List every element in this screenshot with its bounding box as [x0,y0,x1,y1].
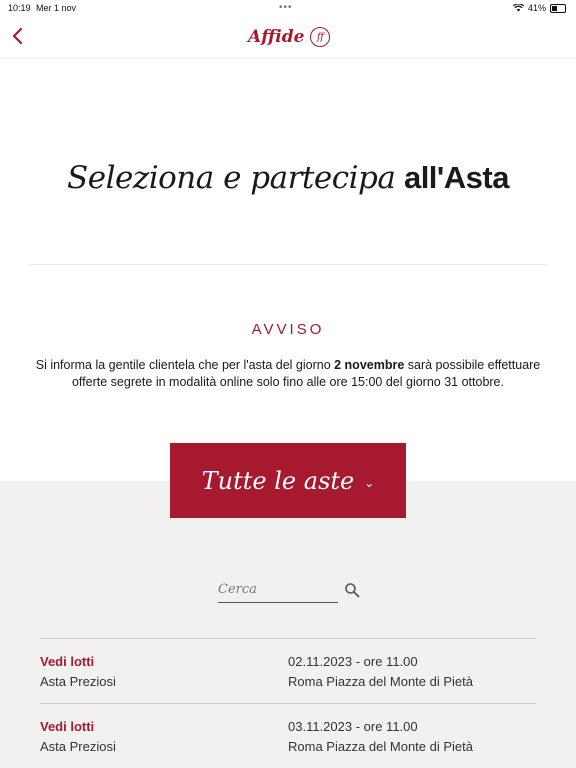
logo-mark: ff [310,27,331,47]
battery-icon [550,3,566,13]
notice-bold-date: 2 novembre [334,358,405,372]
notice-text-part: Si informa la gentile clientela che per … [35,358,335,372]
auction-row: Vedi lotti Asta Preziosi 03.11.2023 - or… [40,703,536,768]
chevron-left-icon[interactable] [8,24,28,48]
status-bar: 10:19 Mer 1 nov ••• 41% [0,0,576,18]
all-auctions-label: Tutte le aste [201,466,355,495]
auction-location: Roma Piazza del Monte di Pietà [288,739,473,754]
all-auctions-dropdown-button[interactable]: Tutte le aste ⌄ [170,443,406,518]
auction-date: 03.11.2023 - ore 11.00 [288,719,418,734]
logo-wordmark: Affide [248,27,305,47]
status-right: 41% [512,3,566,13]
notice-title: AVVISO [251,321,325,338]
app-header: Affide ff [0,18,576,58]
auction-row: Vedi lotti Asta Preziosi 02.11.2023 - or… [40,638,536,703]
status-time: 10:19 [8,3,31,13]
wifi-icon [512,4,524,12]
brand-logo[interactable]: Affide ff [248,22,331,52]
section-divider [30,264,546,265]
auction-list: Vedi lotti Asta Preziosi 02.11.2023 - or… [40,638,536,768]
search-icon[interactable] [344,582,360,598]
view-lots-link[interactable]: Vedi lotti [40,719,94,734]
page-title: Seleziona e partecipa all'Asta [0,160,576,196]
notice-text: Si informa la gentile clientela che per … [20,357,556,391]
title-italic: Seleziona e partecipa [67,160,396,196]
hero-section [0,58,576,482]
auction-type: Asta Preziosi [40,739,116,754]
search-input[interactable] [218,577,338,603]
chevron-down-icon: ⌄ [364,475,375,490]
auction-location: Roma Piazza del Monte di Pietà [288,674,473,689]
battery-percent: 41% [527,3,546,13]
title-bold: all'Asta [403,160,510,195]
auction-type: Asta Preziosi [40,674,116,689]
view-lots-link[interactable]: Vedi lotti [40,654,94,669]
multitasking-dots-icon[interactable]: ••• [279,3,293,13]
status-date: Mer 1 nov [36,3,77,13]
auction-date: 02.11.2023 - ore 11.00 [288,654,418,669]
battery-fill [552,5,557,11]
